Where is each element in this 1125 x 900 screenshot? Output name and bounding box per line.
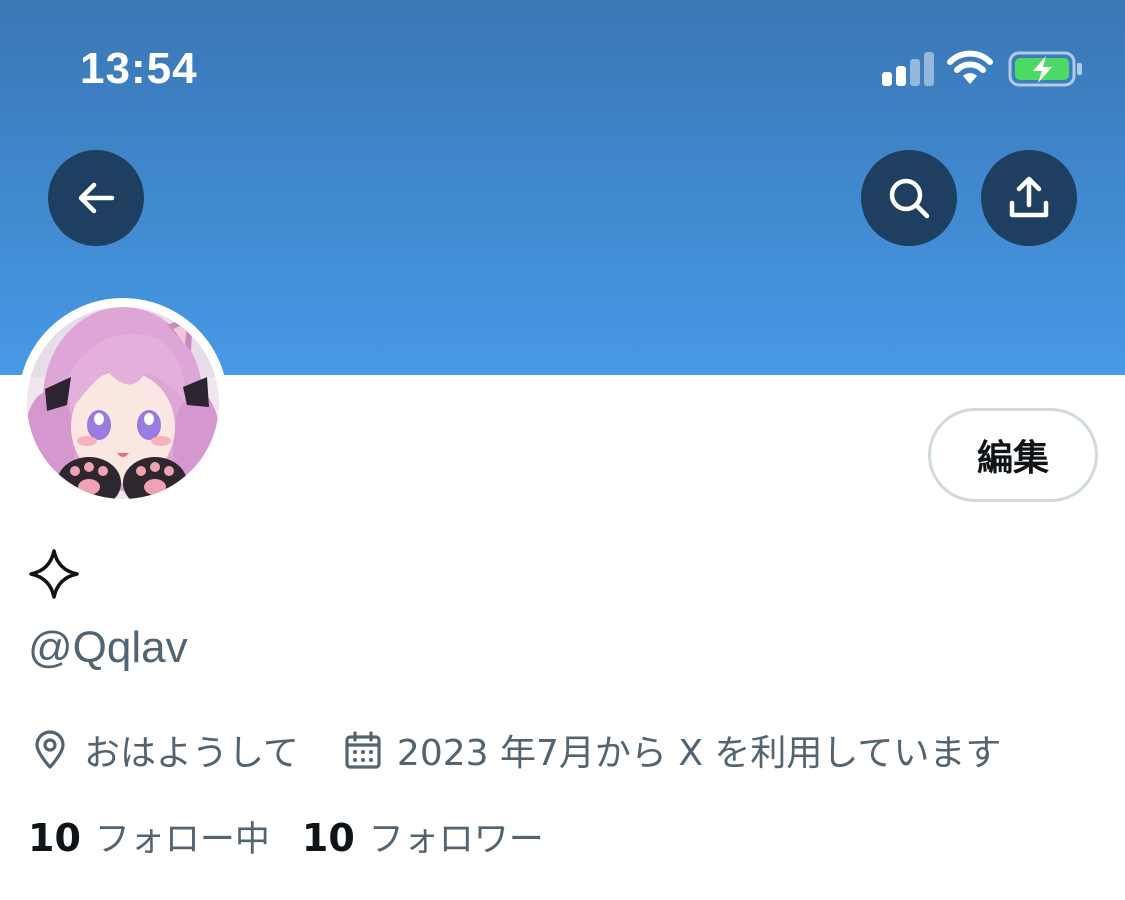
back-button[interactable]	[48, 150, 144, 246]
followers-link[interactable]: 10 フォロワー	[302, 811, 544, 862]
location-pin-icon	[35, 730, 65, 769]
wifi-icon	[947, 50, 993, 84]
anime-girl-avatar	[27, 307, 219, 499]
avatar[interactable]	[18, 298, 228, 508]
follow-stats: 10 フォロー中 10 フォロワー	[28, 808, 544, 864]
share-icon	[1009, 176, 1049, 218]
calendar-icon	[345, 731, 381, 769]
profile-joined-date: 2023 年7月から X を利用しています	[396, 733, 1002, 774]
back-arrow-icon	[78, 182, 115, 214]
status-bar: 13:54	[0, 0, 1125, 140]
share-button[interactable]	[981, 150, 1077, 246]
following-link[interactable]: 10 フォロー中	[28, 811, 270, 862]
cellular-signal-icon	[882, 52, 934, 86]
search-button[interactable]	[861, 150, 957, 246]
followers-count: 10	[301, 815, 355, 860]
battery-charging-icon	[1008, 51, 1082, 87]
edit-profile-button[interactable]: 編集	[928, 408, 1098, 502]
followers-label: フォロワー	[368, 819, 544, 860]
user-handle: @Qqlav	[28, 623, 188, 672]
status-time: 13:54	[80, 44, 198, 93]
following-label: フォロー中	[94, 819, 270, 860]
following-count: 10	[28, 815, 81, 860]
four-point-sparkle-icon	[29, 549, 79, 599]
search-icon	[889, 178, 930, 219]
profile-meta: おはようして 2023 年7月から X を利用しています	[30, 722, 1001, 778]
profile-location: おはようして	[84, 733, 299, 774]
